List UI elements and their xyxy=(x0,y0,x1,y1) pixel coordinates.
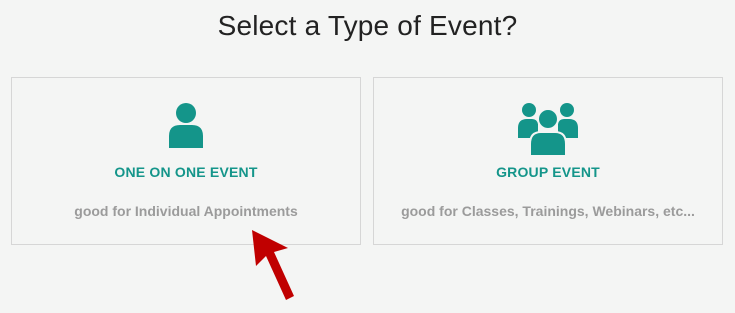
group-event-title: GROUP EVENT xyxy=(496,164,600,180)
one-on-one-event-title: ONE ON ONE EVENT xyxy=(114,164,258,180)
one-on-one-event-card[interactable]: ONE ON ONE EVENT good for Individual App… xyxy=(11,77,361,245)
group-event-description: good for Classes, Trainings, Webinars, e… xyxy=(401,203,695,219)
red-arrow-icon xyxy=(252,230,294,300)
one-on-one-event-description: good for Individual Appointments xyxy=(74,203,298,219)
single-user-icon xyxy=(169,103,203,148)
user-group-icon xyxy=(518,103,578,156)
group-event-card[interactable]: GROUP EVENT good for Classes, Trainings,… xyxy=(373,77,723,245)
page-title: Select a Type of Event? xyxy=(217,10,518,41)
